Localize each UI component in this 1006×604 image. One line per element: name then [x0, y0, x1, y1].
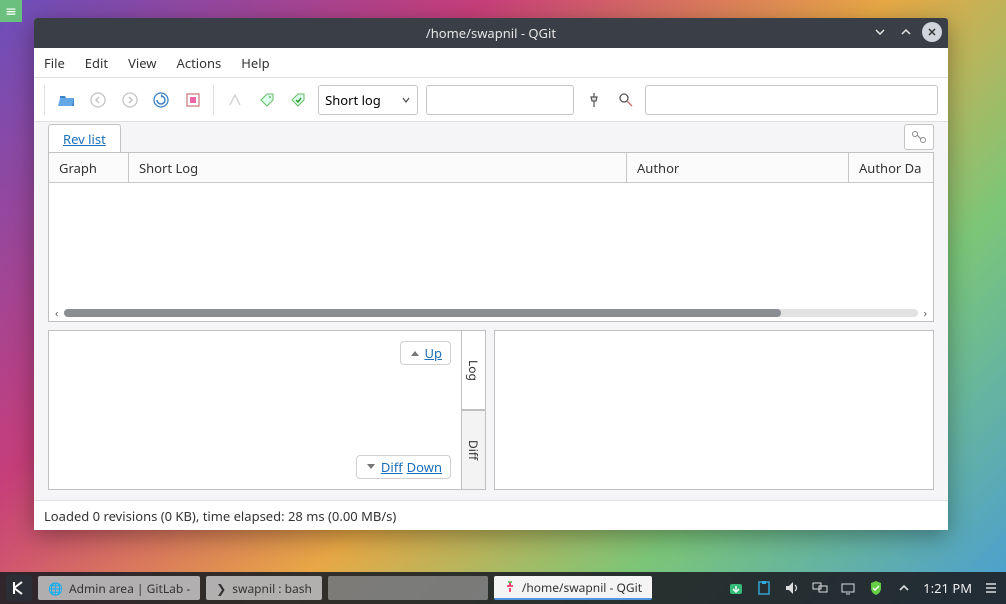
menu-actions[interactable]: Actions: [177, 54, 222, 72]
toolbar: Short log: [34, 78, 948, 122]
taskbar: 🌐 Admin area | GitLab - ❯ swapnil : bash…: [0, 572, 1006, 604]
scroll-track[interactable]: [64, 309, 917, 317]
tray-volume-icon[interactable]: [783, 579, 801, 597]
revision-table-body: [49, 183, 933, 305]
search-a-button: [223, 87, 247, 113]
col-shortlog[interactable]: Short Log: [129, 153, 627, 182]
tabstrip: Rev list: [34, 122, 948, 152]
tray-updates-icon[interactable]: [727, 579, 745, 597]
task-gitlab[interactable]: 🌐 Admin area | GitLab -: [38, 576, 200, 600]
file-tree-panel: [494, 330, 934, 490]
menu-help[interactable]: Help: [241, 54, 269, 72]
globe-icon: 🌐: [48, 580, 63, 597]
col-author[interactable]: Author: [627, 153, 849, 182]
open-repo-button[interactable]: [55, 87, 79, 113]
log-diff-panel: Up Diff Down: [48, 330, 462, 490]
vtab-diff[interactable]: Diff: [462, 410, 486, 490]
window-title: /home/swapnil - QGit: [426, 24, 556, 42]
filter-pin-button[interactable]: [582, 87, 606, 113]
down-link[interactable]: Down: [407, 458, 442, 476]
statusbar: Loaded 0 revisions (0 KB), time elapsed:…: [34, 500, 948, 530]
combo-label: Short log: [325, 91, 381, 109]
up-link-group: Up: [400, 341, 452, 365]
task-qgit[interactable]: /home/swapnil - QGit: [494, 576, 652, 600]
tray-displays-icon[interactable]: [811, 579, 829, 597]
left-panel-menu[interactable]: ≡: [0, 0, 22, 22]
up-link[interactable]: Up: [425, 344, 443, 362]
find-button[interactable]: [614, 87, 638, 113]
scroll-left-arrow[interactable]: ‹: [55, 306, 58, 321]
menu-view[interactable]: View: [128, 54, 156, 72]
tray-expand-arrow[interactable]: [895, 579, 913, 597]
tray-shield-icon[interactable]: [867, 579, 885, 597]
vtab-log[interactable]: Log: [462, 330, 486, 410]
tag-check-button[interactable]: [287, 87, 311, 113]
log-format-dropdown[interactable]: Short log: [318, 85, 418, 115]
qgit-window: /home/swapnil - QGit File Edit View Acti…: [34, 18, 948, 530]
menu-file[interactable]: File: [44, 54, 65, 72]
task-bash[interactable]: ❯ swapnil : bash: [206, 576, 322, 600]
minimize-button[interactable]: [870, 22, 890, 42]
task-label: Admin area | GitLab -: [69, 580, 190, 597]
tab-actions-button[interactable]: [904, 124, 934, 150]
task-ghost[interactable]: [328, 576, 488, 600]
caret-up-icon: [409, 348, 421, 358]
settings-button[interactable]: [181, 87, 205, 113]
qgit-icon: [504, 581, 516, 593]
tray-menu-icon[interactable]: [982, 579, 1000, 597]
toolbar-separator: [213, 85, 216, 115]
clock[interactable]: 1:21 PM: [923, 579, 972, 597]
maximize-button[interactable]: [896, 22, 916, 42]
tag-add-button[interactable]: [255, 87, 279, 113]
back-button: [86, 87, 110, 113]
chevron-down-icon: [401, 95, 411, 105]
titlebar: /home/swapnil - QGit: [34, 18, 948, 48]
scroll-thumb[interactable]: [64, 309, 781, 317]
search-input[interactable]: [645, 85, 938, 115]
menu-edit[interactable]: Edit: [85, 54, 108, 72]
diff-link[interactable]: Diff: [381, 458, 403, 476]
menubar: File Edit View Actions Help: [34, 48, 948, 78]
caret-down-icon: [365, 462, 377, 472]
revision-table: Graph Short Log Author Author Da ‹ ›: [48, 152, 934, 322]
col-graph[interactable]: Graph: [49, 153, 129, 182]
tray-network-icon[interactable]: [839, 579, 857, 597]
horizontal-scrollbar[interactable]: ‹ ›: [49, 305, 933, 321]
tab-revlist[interactable]: Rev list: [48, 124, 121, 152]
forward-button: [118, 87, 142, 113]
application-launcher[interactable]: [6, 575, 32, 601]
task-label: /home/swapnil - QGit: [522, 579, 642, 596]
reload-button[interactable]: [149, 87, 173, 113]
filter-input[interactable]: [426, 85, 574, 115]
status-text: Loaded 0 revisions (0 KB), time elapsed:…: [44, 507, 396, 525]
down-link-group: Diff Down: [356, 455, 451, 479]
terminal-icon: ❯: [216, 580, 226, 597]
task-label: swapnil : bash: [232, 580, 312, 597]
toolbar-separator: [44, 85, 47, 115]
scroll-right-arrow[interactable]: ›: [924, 306, 927, 321]
close-button[interactable]: [922, 22, 942, 42]
tray-clipboard-icon[interactable]: [755, 579, 773, 597]
col-authordate[interactable]: Author Da: [849, 153, 933, 182]
